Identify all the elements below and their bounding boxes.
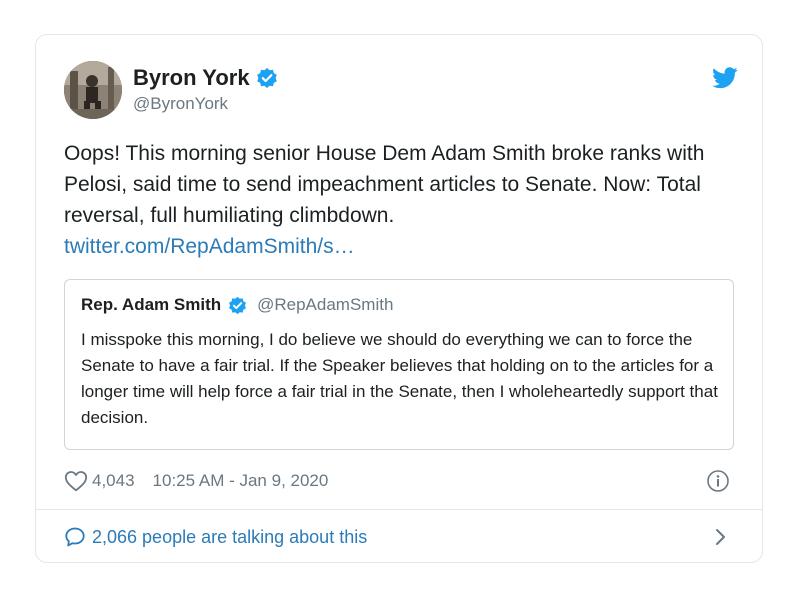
divider	[36, 509, 762, 510]
author-name-row: Byron York	[133, 65, 278, 91]
heart-icon	[64, 470, 88, 492]
conversation-link[interactable]: 2,066 people are talking about this	[64, 524, 734, 550]
quoted-author-handle: @RepAdamSmith	[257, 295, 394, 314]
verified-badge-icon	[256, 67, 278, 89]
author-name[interactable]: Byron York	[133, 65, 250, 91]
tweet-body: Oops! This morning senior House Dem Adam…	[64, 138, 744, 262]
verified-badge-icon	[228, 296, 247, 315]
chevron-right-icon[interactable]	[714, 527, 728, 547]
like-count: 4,043	[92, 471, 135, 490]
twitter-bird-icon[interactable]	[712, 67, 738, 89]
comment-bubble-icon	[64, 526, 86, 548]
like-button[interactable]: 4,043	[64, 470, 135, 492]
tweet-meta: 4,043 10:25 AM - Jan 9, 2020	[64, 468, 734, 494]
author-handle[interactable]: @ByronYork	[133, 94, 278, 114]
quoted-tweet-header: Rep. Adam Smith @RepAdamSmith	[81, 295, 393, 315]
info-icon[interactable]	[706, 469, 730, 493]
tweet-timestamp[interactable]: 10:25 AM - Jan 9, 2020	[153, 471, 329, 491]
conversation-text: 2,066 people are talking about this	[92, 526, 368, 547]
avatar[interactable]	[64, 61, 122, 119]
tweet-link[interactable]: twitter.com/RepAdamSmith/s…	[64, 231, 744, 262]
tweet-header: Byron York @ByronYork	[64, 61, 738, 121]
quoted-tweet-text: I misspoke this morning, I do believe we…	[81, 330, 718, 427]
author-info: Byron York @ByronYork	[133, 65, 278, 114]
quoted-tweet[interactable]: Rep. Adam Smith @RepAdamSmith I misspoke…	[64, 279, 734, 450]
tweet-text: Oops! This morning senior House Dem Adam…	[64, 142, 705, 227]
quoted-author-name: Rep. Adam Smith	[81, 295, 222, 314]
tweet-card: Byron York @ByronYork Oops! This morning…	[35, 34, 763, 563]
